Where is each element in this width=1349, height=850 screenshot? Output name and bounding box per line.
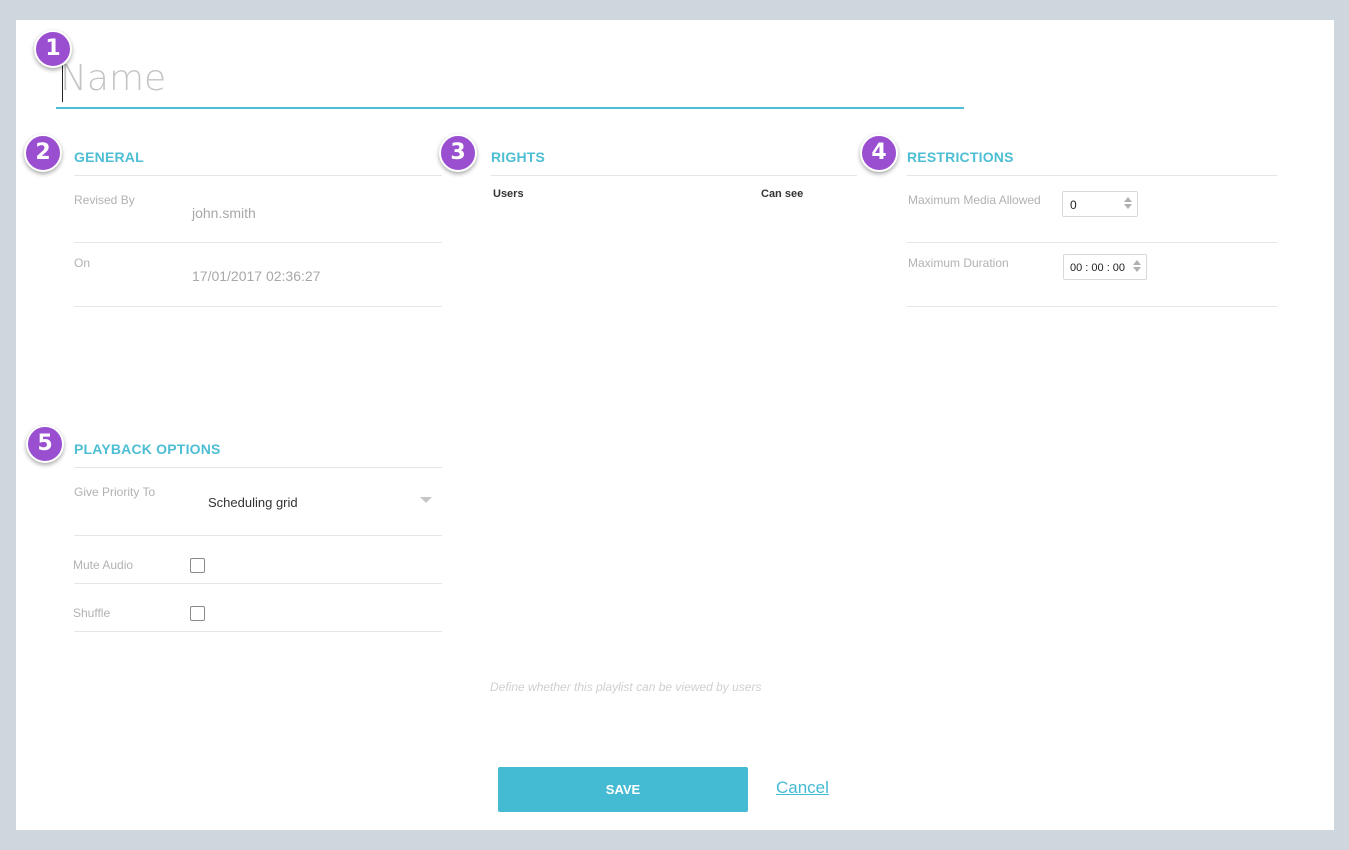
max-duration-label: Maximum Duration	[908, 256, 1009, 270]
stepper-arrows[interactable]	[1133, 258, 1142, 274]
general-title: GENERAL	[74, 149, 144, 165]
divider	[907, 306, 1277, 307]
can-see-column-header: Can see	[761, 188, 804, 200]
max-media-stepper[interactable]: 0	[1062, 191, 1138, 217]
playlist-editor-panel: 1 2 GENERAL Revised By john.smith On 17/…	[16, 20, 1334, 830]
stepper-arrows[interactable]	[1124, 195, 1133, 211]
shuffle-label: Shuffle	[73, 606, 111, 620]
step-badge-2: 2	[24, 134, 62, 172]
users-column-header: Users	[493, 188, 524, 200]
divider	[74, 631, 442, 632]
text-caret	[62, 62, 63, 102]
save-button[interactable]: SAVE	[498, 767, 748, 812]
increment-icon[interactable]	[1124, 197, 1132, 202]
priority-selected-value: Scheduling grid	[208, 495, 298, 510]
decrement-icon[interactable]	[1124, 204, 1132, 209]
on-label: On	[74, 256, 91, 270]
chevron-down-icon	[420, 497, 432, 503]
max-duration-stepper[interactable]: 00 : 00 : 00	[1063, 254, 1147, 280]
step-badge-5: 5	[26, 425, 64, 463]
mute-audio-label: Mute Audio	[73, 558, 134, 572]
priority-select[interactable]: Scheduling grid	[204, 486, 436, 516]
divider	[74, 306, 442, 307]
increment-icon[interactable]	[1133, 260, 1141, 265]
name-input[interactable]	[60, 56, 940, 100]
step-badge-3: 3	[439, 134, 477, 172]
priority-label: Give Priority To	[74, 485, 156, 499]
step-badge-1: 1	[34, 30, 72, 68]
shuffle-checkbox[interactable]	[190, 606, 205, 621]
max-media-value: 0	[1070, 198, 1077, 212]
revised-by-label: Revised By	[74, 193, 135, 207]
on-value: 17/01/2017 02:36:27	[192, 268, 321, 284]
max-duration-value: 00 : 00 : 00	[1070, 262, 1126, 274]
max-media-label: Maximum Media Allowed	[908, 193, 1041, 207]
rights-title: RIGHTS	[491, 149, 546, 165]
divider	[907, 242, 1277, 243]
cancel-link[interactable]: Cancel	[776, 778, 829, 798]
divider	[74, 535, 442, 536]
decrement-icon[interactable]	[1133, 267, 1141, 272]
step-badge-4: 4	[860, 134, 898, 172]
divider	[74, 583, 442, 584]
divider	[74, 175, 442, 176]
playback-title: PLAYBACK OPTIONS	[74, 441, 221, 457]
name-field-wrapper	[56, 50, 964, 109]
divider	[907, 175, 1277, 176]
restrictions-title: RESTRICTIONS	[907, 149, 1014, 165]
divider	[491, 175, 857, 176]
mute-audio-checkbox[interactable]	[190, 558, 205, 573]
revised-by-value: john.smith	[192, 205, 256, 221]
divider	[74, 467, 442, 468]
rights-hint: Define whether this playlist can be view…	[490, 680, 762, 694]
divider	[74, 242, 442, 243]
